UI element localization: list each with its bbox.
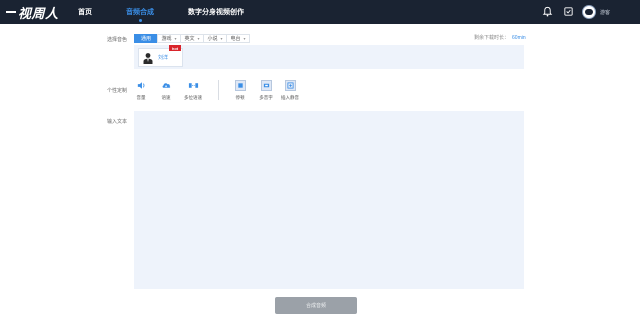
app-logo[interactable]: 视周人	[6, 3, 59, 21]
active-nav-indicator	[139, 19, 142, 22]
voice-card[interactable]: 刘洋 hot	[138, 45, 183, 67]
multi-speed-label: 多位语速	[184, 95, 202, 100]
hot-badge: hot	[169, 45, 181, 51]
volume-icon	[137, 82, 144, 89]
nav-home[interactable]: 首页	[78, 0, 92, 24]
user-avatar[interactable]	[582, 5, 596, 19]
multi-speed-tool[interactable]: 多位语速	[182, 80, 204, 101]
volume-tool[interactable]: 音量	[130, 80, 152, 101]
speed-tool[interactable]: 语速	[155, 80, 177, 101]
tab-novel[interactable]: 小说 ▾	[203, 34, 227, 43]
custom-label: 个性定制	[107, 88, 128, 94]
bell-icon[interactable]	[542, 6, 553, 17]
insert-silence-tool[interactable]: 插入静音	[279, 80, 301, 101]
speed-label: 语速	[161, 95, 171, 100]
synthesize-audio-button[interactable]: 合成音频	[275, 297, 357, 314]
person-avatar-icon	[143, 53, 153, 64]
top-navigation-bar: 视周人 首页 音频合成 数字分身视频创作 游客	[0, 0, 640, 24]
chevron-down-icon: ▾	[197, 36, 200, 41]
polyphone-tool[interactable]: 多音字	[255, 80, 277, 101]
tab-label: 通用	[140, 36, 151, 42]
input-text-label: 输入文本	[107, 119, 128, 125]
remaining-duration: 剩余下载时长： 60min	[474, 34, 526, 41]
voice-list-panel: 刘洋 hot	[134, 45, 524, 69]
tab-label: 电台	[230, 36, 241, 42]
edit-note-icon[interactable]	[563, 6, 574, 17]
logo-dash	[6, 11, 16, 13]
logo-text: 视周人	[18, 5, 59, 21]
tab-general[interactable]: 通用	[134, 34, 158, 43]
tab-label: 小说	[207, 36, 218, 42]
voice-name: 刘洋	[158, 55, 169, 61]
chevron-down-icon: ▾	[243, 36, 246, 41]
remaining-label: 剩余下载时长：	[474, 35, 510, 41]
pause-label: 停顿	[235, 95, 245, 100]
insert-silence-label: 插入静音	[281, 95, 299, 100]
chevron-down-icon: ▾	[174, 36, 177, 41]
tab-label: 游戏	[161, 36, 172, 42]
polyphone-label: 多音字	[259, 95, 273, 100]
insert-silence-icon	[284, 80, 296, 91]
speed-cloud-icon	[162, 83, 170, 88]
pause-tool[interactable]: 停顿	[229, 80, 251, 101]
volume-label: 音量	[136, 95, 146, 100]
pause-icon	[234, 80, 246, 91]
tab-game[interactable]: 游戏 ▾	[157, 34, 181, 43]
tool-divider	[218, 80, 219, 100]
multi-speed-icon	[188, 83, 198, 88]
polyphone-icon	[260, 80, 272, 91]
text-input-area[interactable]	[134, 111, 524, 289]
tab-label: 英文	[184, 36, 195, 42]
tab-radio[interactable]: 电台 ▾	[226, 34, 250, 43]
username[interactable]: 游客	[600, 0, 610, 24]
tab-english[interactable]: 英文 ▾	[180, 34, 204, 43]
nav-digital-avatar-video[interactable]: 数字分身视频创作	[188, 0, 244, 24]
voice-select-label: 选择音色	[107, 37, 128, 43]
remaining-value: 60min	[512, 35, 526, 41]
voice-category-tabs: 通用 游戏 ▾ 英文 ▾ 小说 ▾ 电台 ▾	[134, 34, 250, 43]
chevron-down-icon: ▾	[220, 36, 223, 41]
